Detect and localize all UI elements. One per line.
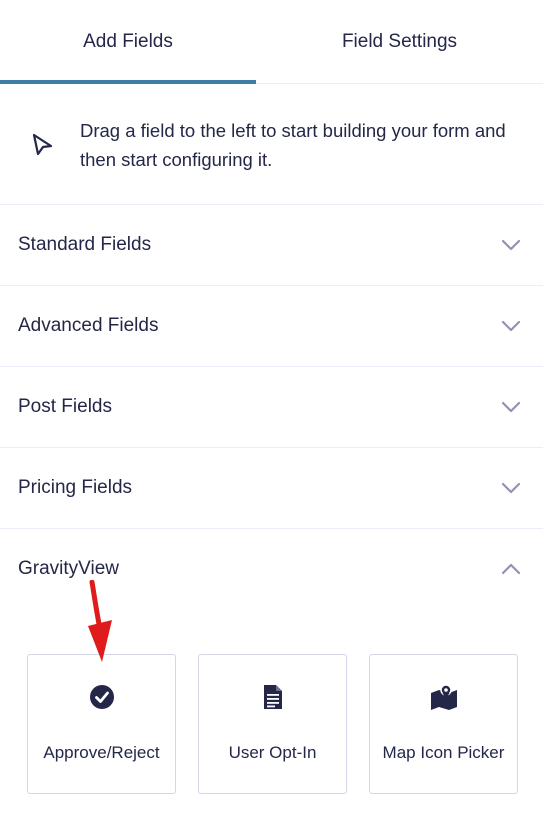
chevron-down-icon: [501, 320, 521, 332]
section-title: Pricing Fields: [18, 477, 133, 498]
section-title: Advanced Fields: [18, 315, 159, 336]
tab-field-settings-label: Field Settings: [341, 31, 458, 52]
section-title: Standard Fields: [18, 234, 152, 255]
tab-add-fields-label: Add Fields: [83, 31, 173, 52]
section-standard-fields[interactable]: Standard Fields: [0, 205, 543, 286]
annotation-arrow: [88, 580, 112, 662]
tab-add-fields[interactable]: Add Fields: [0, 0, 256, 84]
field-button-label: Map Icon Picker: [382, 743, 505, 762]
drag-hint-text: Drag a field to the left to start buildi…: [80, 120, 506, 170]
panel-tabs: Add Fields Field Settings: [0, 0, 543, 84]
chevron-down-icon: [501, 482, 521, 494]
field-button-approve-reject[interactable]: Approve/Reject: [27, 654, 176, 794]
tab-field-settings[interactable]: Field Settings: [256, 0, 543, 84]
chevron-down-icon: [501, 239, 521, 251]
document-icon: [263, 685, 282, 709]
field-button-label: User Opt-In: [228, 743, 317, 762]
section-title: Post Fields: [18, 396, 112, 417]
field-button-map-icon-picker[interactable]: Map Icon Picker: [369, 654, 518, 794]
field-button-user-opt-in[interactable]: User Opt-In: [198, 654, 347, 794]
section-post-fields[interactable]: Post Fields: [0, 367, 543, 448]
section-advanced-fields[interactable]: Advanced Fields: [0, 286, 543, 367]
section-pricing-fields[interactable]: Pricing Fields: [0, 448, 543, 529]
chevron-down-icon: [501, 401, 521, 413]
field-button-label: Approve/Reject: [43, 743, 160, 762]
chevron-up-icon: [501, 563, 521, 575]
map-pin-icon: [430, 684, 457, 710]
check-circle-icon: [89, 685, 114, 709]
cursor-arrow-icon: [32, 133, 53, 156]
